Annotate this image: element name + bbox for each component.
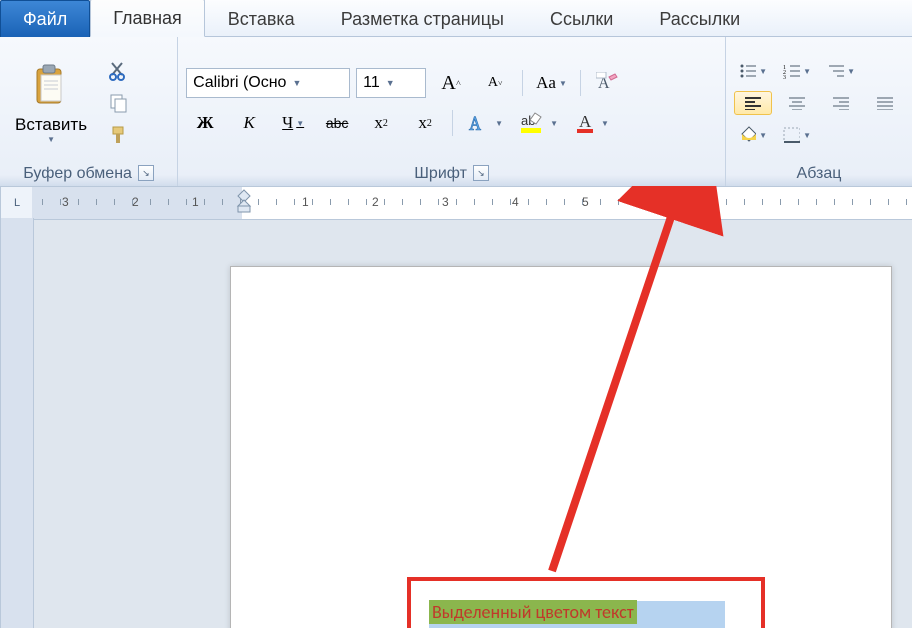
format-painter-icon[interactable] [108,124,130,146]
ruler-number: 2 [372,195,379,209]
separator [580,70,581,96]
align-center-button[interactable] [778,91,816,115]
clipboard-launcher[interactable]: ↘ [138,165,154,181]
horizontal-ruler[interactable]: 3 2 1 1 2 3 4 5 6 [32,186,912,220]
ribbon-tabstrip: Файл Главная Вставка Разметка страницы С… [0,0,912,37]
text-selection: Выделенный цветом текст [429,601,725,628]
group-clipboard-label: Буфер обмена [23,165,132,183]
font-size-combo[interactable]: 11▼ [356,68,426,98]
strike-button[interactable]: abc [318,108,356,138]
ruler-number: 1 [302,195,309,209]
tab-home[interactable]: Главная [90,0,205,37]
clear-formatting-button[interactable]: A [589,68,627,98]
change-case-button[interactable]: Aa▼ [531,68,572,98]
ruler-number: 5 [582,195,589,209]
group-font-label: Шрифт [414,165,467,183]
clipboard-paste-icon [29,63,73,111]
tab-insert[interactable]: Вставка [205,0,318,37]
cut-icon[interactable] [108,60,130,82]
superscript-button[interactable]: x2 [406,108,444,138]
svg-text:A: A [469,112,481,135]
underline-button[interactable]: Ч▼ [274,108,312,138]
separator [522,70,523,96]
separator [452,110,453,136]
annotation-box: Выделенный цветом текст [407,577,765,628]
indent-marker-icon[interactable] [234,188,254,218]
numbering-button[interactable]: 123▼ [778,59,816,83]
paste-label: Вставить [15,115,87,135]
font-family-combo[interactable]: Calibri (Осно▼ [186,68,350,98]
bold-button[interactable]: Ж [186,108,224,138]
document-page[interactable]: Выделенный цветом текст [230,266,892,628]
group-paragraph-label: Абзац [797,165,842,183]
bullets-button[interactable]: ▼ [734,59,772,83]
tab-references[interactable]: Ссылки [527,0,636,37]
group-clipboard: Вставить ▼ Буфер обмена ↘ [0,37,178,187]
multilevel-button[interactable]: ▼ [822,59,860,83]
ruler-number: 3 [62,195,69,209]
font-size-value: 11 [363,74,380,92]
grow-font-button[interactable]: A˄ [432,68,470,98]
highlight-button[interactable]: ab ▼ [514,108,563,138]
tab-page-layout[interactable]: Разметка страницы [318,0,527,37]
ruler-number: 1 [192,195,199,209]
tab-mailings[interactable]: Рассылки [636,0,763,37]
ruler-corner[interactable]: L [0,186,34,220]
group-paragraph: ▼ 123▼ ▼ ▼ ▼ А [726,37,912,187]
text-effects-button[interactable]: A▼ [461,108,508,138]
copy-icon[interactable] [108,92,130,114]
font-family-value: Calibri (Осно [193,74,286,92]
align-right-button[interactable] [822,91,860,115]
font-launcher[interactable]: ↘ [473,165,489,181]
justify-button[interactable] [866,91,904,115]
ruler-number: 4 [512,195,519,209]
svg-text:A: A [579,112,592,131]
font-color-button[interactable]: A ▼ [569,108,614,138]
align-left-button[interactable] [734,91,772,115]
subscript-button[interactable]: x2 [362,108,400,138]
vertical-ruler[interactable] [0,218,34,628]
borders-button[interactable]: ▼ [778,123,816,147]
ruler-number: 3 [442,195,449,209]
shrink-font-button[interactable]: A˅ [476,68,514,98]
ribbon: Вставить ▼ Буфер обмена ↘ [0,37,912,188]
tab-file[interactable]: Файл [0,0,90,37]
svg-text:3: 3 [783,75,786,79]
document-area: L 3 2 1 1 2 3 4 5 6 Выделенный цветом текст [0,186,912,628]
group-font: Calibri (Осно▼ 11▼ A˄ A˅ Aa▼ A [178,37,726,187]
paste-button[interactable]: Вставить ▼ [8,60,94,147]
highlighted-sample-text: Выделенный цветом текст [429,600,637,624]
italic-button[interactable]: К [230,108,268,138]
shading-button[interactable]: ▼ [734,123,772,147]
ruler-number: 6 [652,195,659,209]
ruler-number: 2 [132,195,139,209]
